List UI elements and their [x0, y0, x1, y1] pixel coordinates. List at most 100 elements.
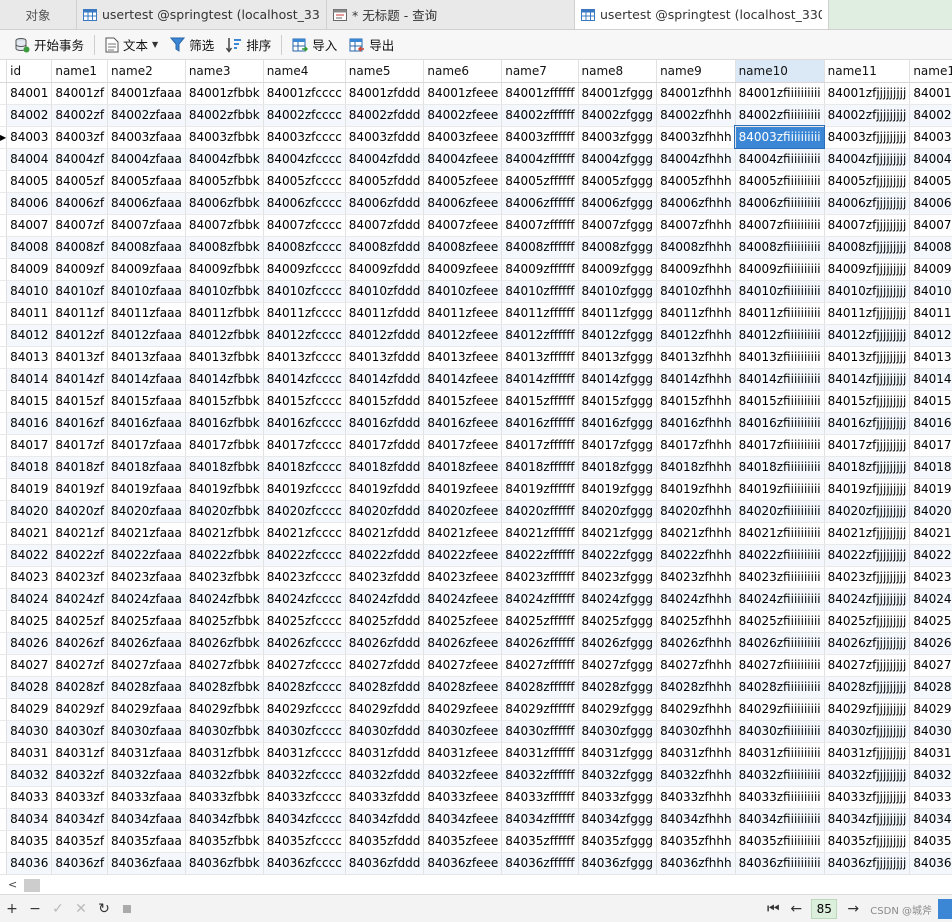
table-row[interactable]: 84018 84018zf 84018zfaaa 84018zfbbk 84018zfc… — [0, 456, 952, 479]
table-cell[interactable]: 84002zfhhh — [656, 104, 736, 127]
table-cell[interactable]: 84024zfhhh — [656, 588, 736, 611]
table-cell[interactable]: 84026zfeee — [423, 632, 503, 655]
table-cell[interactable]: 84013zfkkkkkkkkkk — [909, 346, 952, 369]
table-cell[interactable]: 84016zfkkkkkkkkkk — [909, 412, 952, 435]
table-cell[interactable]: 84003zfhhh — [656, 126, 736, 149]
table-cell[interactable]: 84007zfaaa — [107, 214, 186, 237]
table-cell[interactable]: 84034zfggg — [578, 808, 658, 831]
table-cell[interactable]: 84005zfggg — [578, 170, 658, 193]
delete-record-icon[interactable]: − — [24, 898, 46, 920]
row-indicator[interactable] — [0, 764, 8, 787]
table-cell[interactable]: 84010zfggg — [578, 280, 658, 303]
table-cell[interactable]: 84008 — [6, 236, 53, 259]
table-cell[interactable]: 84033zfcccc — [263, 786, 346, 809]
table-cell[interactable]: 84031zf — [51, 742, 109, 765]
table-cell[interactable]: 84036zfggg — [578, 852, 658, 874]
table-cell[interactable]: 84023zfeee — [423, 566, 503, 589]
table-cell[interactable]: 84031zfkkkkkkkkkk — [909, 742, 952, 765]
table-row[interactable]: 84010 84010zf 84010zfaaa 84010zfbbk 84010zfc… — [0, 280, 952, 303]
horizontal-scrollbar[interactable]: < — [0, 874, 952, 894]
table-cell[interactable]: 84015zfggg — [578, 390, 658, 413]
table-cell[interactable]: 84006zfcccc — [263, 192, 346, 215]
table-cell[interactable]: 84036zfddd — [345, 852, 425, 874]
table-cell[interactable]: 84016zf — [51, 412, 109, 435]
table-cell[interactable]: 84034zfiiiiiiiiii — [735, 808, 825, 831]
table-cell[interactable]: 84011 — [6, 302, 53, 325]
table-cell[interactable]: 84001zfkkkkkkkkkk — [909, 82, 952, 105]
table-cell[interactable]: 84011zfaaa — [107, 302, 186, 325]
table-cell[interactable]: 84026zfjjjjjjjjj — [824, 632, 911, 655]
table-cell[interactable]: 84014zf — [51, 368, 109, 391]
table-cell[interactable]: 84019zfaaa — [107, 478, 186, 501]
row-indicator[interactable] — [0, 786, 8, 809]
table-cell[interactable]: 84016zfcccc — [263, 412, 346, 435]
table-cell[interactable]: 84026zfbbk — [185, 632, 264, 655]
table-cell[interactable]: 84012zfggg — [578, 324, 658, 347]
row-indicator[interactable] — [0, 742, 8, 765]
table-cell[interactable]: 84020 — [6, 500, 53, 523]
table-cell[interactable]: 84012zfddd — [345, 324, 425, 347]
table-cell[interactable]: 84005zf — [51, 170, 109, 193]
table-cell[interactable]: 84019zfddd — [345, 478, 425, 501]
table-cell[interactable]: 84024zfcccc — [263, 588, 346, 611]
table-cell[interactable]: 84016zfhhh — [656, 412, 736, 435]
table-cell[interactable]: 84028zfkkkkkkkkkk — [909, 676, 952, 699]
table-row[interactable]: 84026 84026zf 84026zfaaa 84026zfbbk 84026zfc… — [0, 632, 952, 655]
table-cell[interactable]: 84003zfjjjjjjjjj — [824, 126, 911, 149]
row-indicator[interactable] — [0, 214, 8, 237]
table-row[interactable]: 84019 84019zf 84019zfaaa 84019zfbbk 84019zfc… — [0, 478, 952, 501]
table-cell[interactable]: 84021zfkkkkkkkkkk — [909, 522, 952, 545]
table-cell[interactable]: 84011zfiiiiiiiiii — [735, 302, 825, 325]
table-cell[interactable]: 84032zf — [51, 764, 109, 787]
table-cell[interactable]: 84021zfggg — [578, 522, 658, 545]
table-cell[interactable]: 84028zfaaa — [107, 676, 186, 699]
table-cell[interactable]: 84004zfiiiiiiiiii — [735, 148, 825, 171]
table-cell[interactable]: 84019zfjjjjjjjjj — [824, 478, 911, 501]
table-cell[interactable]: 84008zfcccc — [263, 236, 346, 259]
table-cell[interactable]: 84027zfaaa — [107, 654, 186, 677]
table-cell[interactable]: 84009 — [6, 258, 53, 281]
stop-icon[interactable] — [116, 898, 138, 920]
table-cell[interactable]: 84034zfcccc — [263, 808, 346, 831]
table-cell[interactable]: 84031zfaaa — [107, 742, 186, 765]
table-cell[interactable]: 84019zfggg — [578, 478, 658, 501]
table-cell[interactable]: 84003 — [6, 126, 53, 149]
scrollbar-thumb[interactable] — [24, 879, 40, 892]
table-cell[interactable]: 84035zfkkkkkkkkkk — [909, 830, 952, 853]
table-cell[interactable]: 84020zfcccc — [263, 500, 346, 523]
column-header-name12[interactable]: name12 — [909, 60, 952, 83]
table-cell[interactable]: 84023zfiiiiiiiiii — [735, 566, 825, 589]
table-cell[interactable]: 84005zfiiiiiiiiii — [735, 170, 825, 193]
table-cell[interactable]: 84034zfbbk — [185, 808, 264, 831]
table-cell[interactable]: 84012zffffff — [501, 324, 579, 347]
table-cell[interactable]: 84006zf — [51, 192, 109, 215]
table-cell[interactable]: 84017zfggg — [578, 434, 658, 457]
tab-usertest-active[interactable]: usertest @springtest (localhost_3306... — [575, 0, 829, 29]
table-cell[interactable]: 84030zfggg — [578, 720, 658, 743]
table-cell[interactable]: 84032zfeee — [423, 764, 503, 787]
table-row[interactable]: 84036 84036zf 84036zfaaa 84036zfbbk 84036zfc… — [0, 852, 952, 874]
table-cell[interactable]: 84010 — [6, 280, 53, 303]
table-cell[interactable]: 84018zf — [51, 456, 109, 479]
table-cell[interactable]: 84016 — [6, 412, 53, 435]
table-cell[interactable]: 84027zfjjjjjjjjj — [824, 654, 911, 677]
row-indicator[interactable] — [0, 302, 8, 325]
table-cell[interactable]: 84029zfaaa — [107, 698, 186, 721]
table-cell[interactable]: 84021zfeee — [423, 522, 503, 545]
table-cell[interactable]: 84025zfddd — [345, 610, 425, 633]
table-cell[interactable]: 84029zfhhh — [656, 698, 736, 721]
table-cell[interactable]: 84021zfaaa — [107, 522, 186, 545]
table-cell[interactable]: 84002zfkkkkkkkkkk — [909, 104, 952, 127]
table-cell[interactable]: 84029zfggg — [578, 698, 658, 721]
table-cell[interactable]: 84032zfaaa — [107, 764, 186, 787]
table-row[interactable]: 84025 84025zf 84025zfaaa 84025zfbbk 84025zfc… — [0, 610, 952, 633]
table-cell[interactable]: 84021zfjjjjjjjjj — [824, 522, 911, 545]
table-cell[interactable]: 84030zfddd — [345, 720, 425, 743]
prev-page-icon[interactable]: ← — [785, 898, 807, 920]
table-cell[interactable]: 84036zf — [51, 852, 109, 874]
table-cell[interactable]: 84026zfcccc — [263, 632, 346, 655]
table-cell[interactable]: 84006zfeee — [423, 192, 503, 215]
table-cell[interactable]: 84023zfbbk — [185, 566, 264, 589]
table-cell[interactable]: 84010zfjjjjjjjjj — [824, 280, 911, 303]
table-cell[interactable]: 84030zfcccc — [263, 720, 346, 743]
